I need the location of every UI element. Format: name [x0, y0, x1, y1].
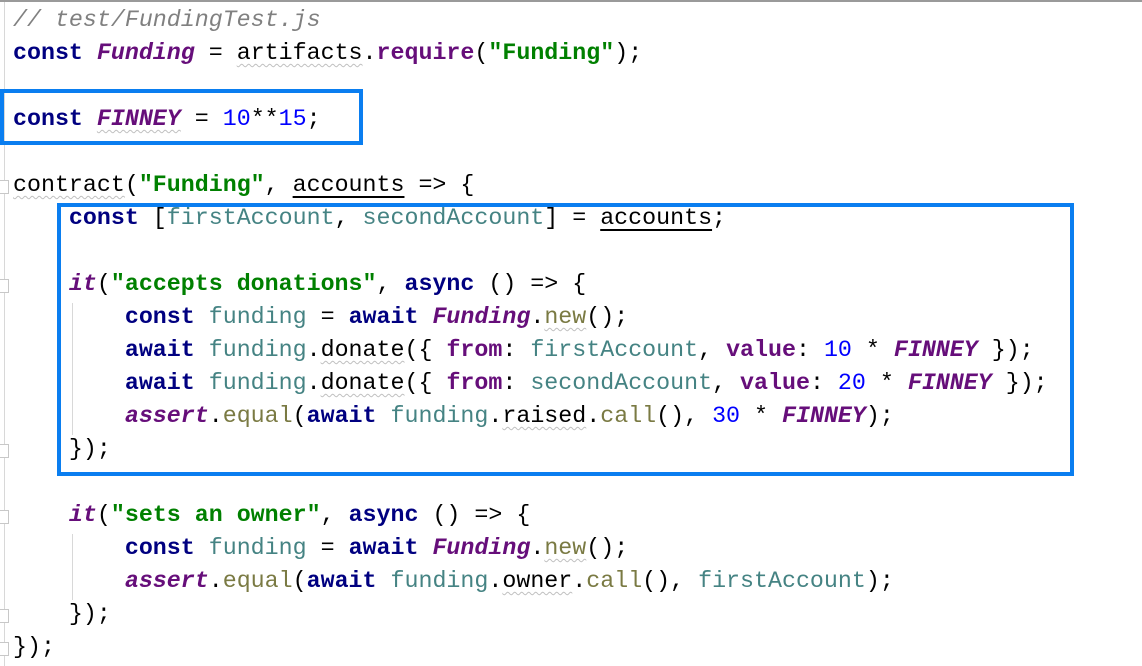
code-token: ( — [96, 502, 111, 528]
code-token: () => { — [418, 502, 531, 528]
code-token: ( — [124, 172, 139, 198]
fold-marker-icon[interactable] — [0, 642, 9, 656]
code-token: => { — [404, 172, 475, 198]
code-token: const — [13, 40, 83, 66]
code-token: . — [530, 535, 545, 561]
fold-marker-icon[interactable] — [0, 279, 9, 293]
code-token: owner — [502, 568, 573, 594]
code-token: equal — [222, 568, 293, 594]
code-token: = — [306, 535, 349, 561]
code-token: firstAccount — [698, 568, 866, 594]
code-line: const funding = await Funding.new(); — [13, 532, 1048, 565]
fold-marker-icon[interactable] — [0, 444, 9, 458]
code-line: }); — [13, 598, 1048, 631]
code-token: . — [362, 40, 377, 66]
code-token: accounts — [292, 172, 405, 198]
code-token: Funding — [432, 535, 531, 561]
code-token: (), — [642, 568, 699, 594]
code-token: assert — [124, 568, 209, 594]
code-line: assert.equal(await funding.owner.call(),… — [13, 565, 1048, 598]
code-token: }); — [13, 634, 55, 660]
code-token: ); — [614, 40, 643, 66]
code-token: require — [376, 40, 475, 66]
code-token: (); — [586, 535, 629, 561]
code-line: }); — [13, 631, 1048, 664]
code-token: . — [208, 568, 223, 594]
code-token: call — [586, 568, 643, 594]
fold-marker-icon[interactable] — [0, 510, 9, 524]
code-line: const Funding = artifacts.require("Fundi… — [13, 37, 1048, 70]
code-line: contract("Funding", accounts => { — [13, 169, 1048, 202]
code-token: . — [488, 568, 503, 594]
code-token: = — [194, 40, 237, 66]
code-line: it("sets an owner", async () => { — [13, 499, 1048, 532]
code-token: }); — [13, 601, 111, 627]
fold-marker-icon[interactable] — [0, 180, 9, 194]
code-token: async — [348, 502, 419, 528]
code-token: contract — [13, 172, 125, 198]
fold-marker-icon[interactable] — [0, 609, 9, 623]
code-token: ( — [474, 40, 489, 66]
code-token: ); — [865, 568, 894, 594]
code-token: // test/FundingTest.js — [13, 7, 321, 33]
highlight-box-accepts-donations — [57, 203, 1074, 476]
code-token: , — [320, 502, 349, 528]
code-token: it — [68, 502, 97, 528]
code-token: "sets an owner" — [110, 502, 321, 528]
code-token: artifacts — [236, 40, 363, 66]
code-token: funding — [390, 568, 489, 594]
code-token: funding — [208, 535, 307, 561]
code-token: new — [544, 535, 587, 561]
code-token: "Funding" — [138, 172, 265, 198]
code-token: Funding — [96, 40, 195, 66]
code-token: await — [306, 568, 377, 594]
code-line: // test/FundingTest.js — [13, 4, 1048, 37]
window-top-border — [0, 0, 1142, 2]
code-token: . — [572, 568, 587, 594]
code-token: , — [264, 172, 293, 198]
code-token: await — [348, 535, 419, 561]
code-token: "Funding" — [488, 40, 615, 66]
code-token: ( — [292, 568, 307, 594]
highlight-box-finney — [0, 89, 363, 145]
code-token: const — [124, 535, 195, 561]
